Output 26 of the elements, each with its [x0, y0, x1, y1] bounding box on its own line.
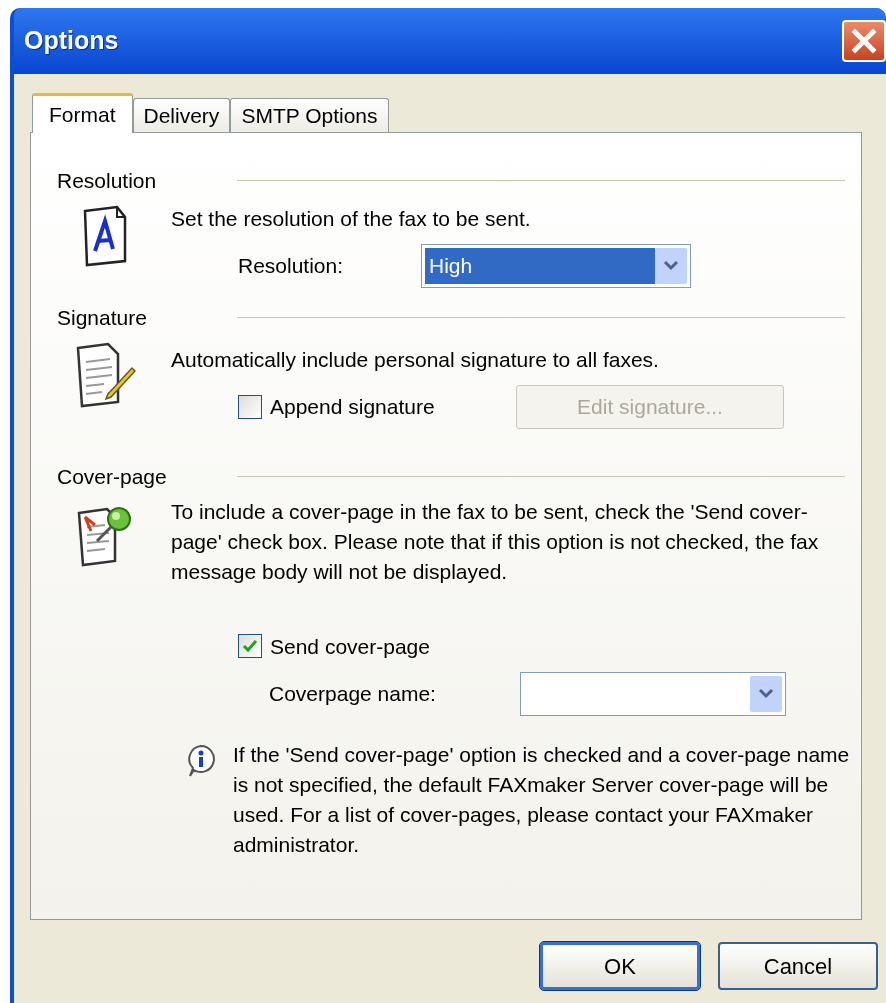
dropdown[interactable]	[520, 672, 786, 716]
tab[interactable]: SMTP Options	[230, 98, 389, 132]
description-text: Automatically include personal signature to all faxes.	[171, 346, 660, 373]
dialog-button[interactable]: Cancel	[718, 942, 878, 990]
close-icon	[851, 28, 877, 54]
info-icon	[185, 744, 217, 778]
checkbox-label: Send cover-page	[270, 633, 430, 660]
checkbox[interactable]	[238, 634, 262, 659]
document-pencil-icon	[74, 341, 136, 408]
letter-document-icon	[81, 204, 129, 267]
field-label: Resolution:	[238, 253, 345, 280]
dropdown[interactable]: High	[421, 244, 691, 288]
window-title: Options	[24, 25, 119, 57]
checkbox[interactable]	[238, 395, 262, 419]
checkbox-label: Append signature	[270, 394, 435, 421]
description-text: Set the resolution of the fax to be sent.	[171, 205, 532, 232]
tab[interactable]: Format	[32, 93, 133, 133]
dialog-button[interactable]: OK	[540, 942, 700, 990]
field-label: Coverpage name:	[269, 681, 437, 708]
info-note: If the 'Send cover-page' option is checked and a cover-page name is not specified, the default FAXmaker Server cover-page will be used. For a list of cover-pages, please contact your FAXmaker administrator.	[233, 742, 851, 858]
section-heading: Signature	[57, 305, 148, 331]
tab[interactable]: Delivery	[132, 98, 231, 132]
section-heading: Resolution	[57, 168, 158, 194]
section-heading: Cover-page	[57, 464, 168, 490]
close-button[interactable]	[842, 20, 886, 62]
description-text: To include a cover-page in the fax to be sent, check the 'Send cover-page' check box. Please note that if this option is not checked, the fax message body will not be displayed.	[171, 498, 820, 585]
